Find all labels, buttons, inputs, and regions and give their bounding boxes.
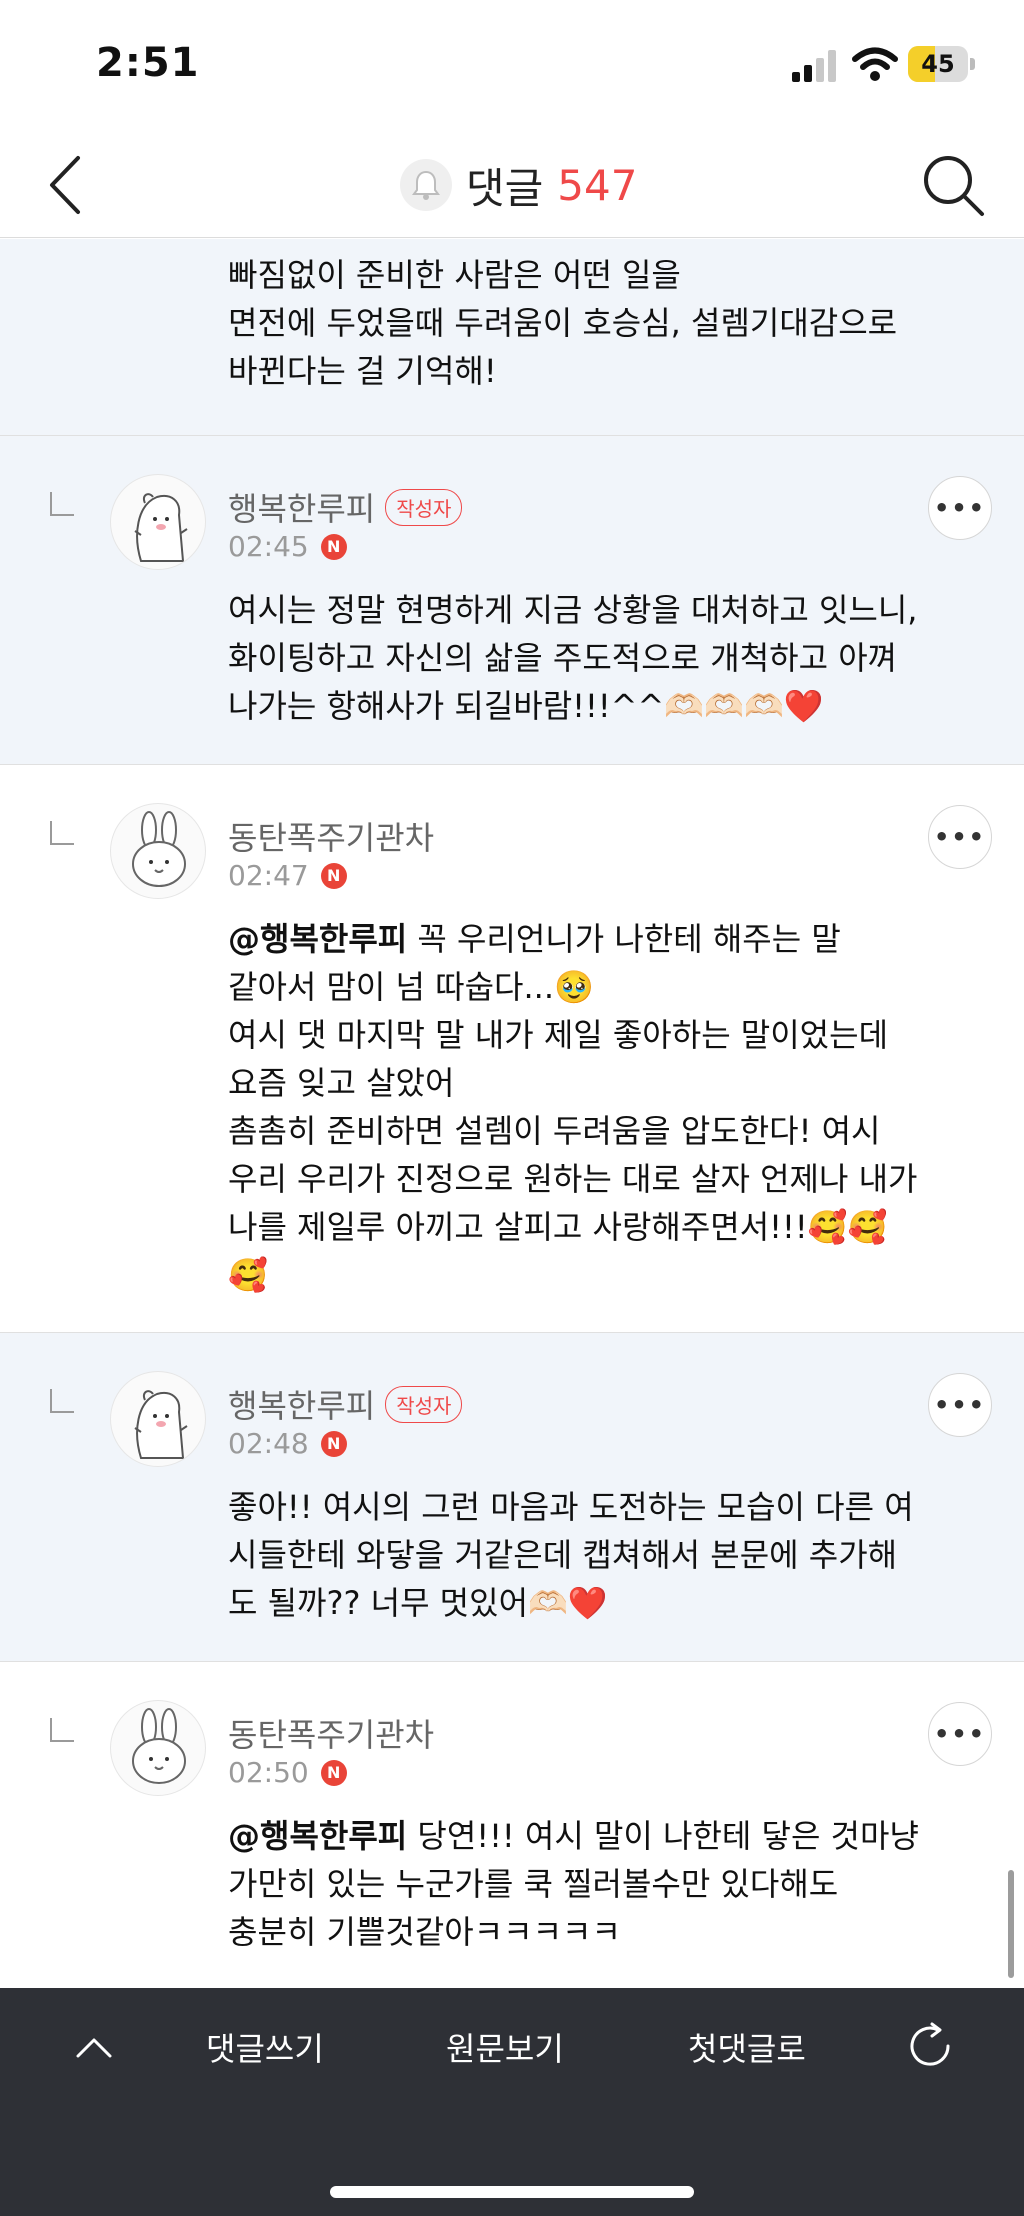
new-badge-icon: N xyxy=(320,1759,347,1786)
battery-indicator: 45 xyxy=(908,46,976,82)
comment-meta: 02:50 N xyxy=(228,1756,347,1789)
title-label: 댓글 xyxy=(466,163,544,213)
comment-body: 빠짐없이 준비한 사람은 어떤 일을 면전에 두었을때 두려움이 호승심, 설렘… xyxy=(228,256,898,390)
nav-bar: 댓글 547 xyxy=(0,130,1024,238)
wifi-icon xyxy=(852,47,898,81)
first-comment-button[interactable]: 첫댓글로 xyxy=(688,2024,806,2070)
comment-meta: 02:45 N xyxy=(228,530,347,563)
nickname-text: 동탄폭주기관차 xyxy=(228,1716,435,1754)
status-bar: 2:51 45 xyxy=(0,0,1024,130)
comment-body: 여시는 정말 현명하게 지금 상황을 대처하고 잇느니, 화이팅하고 자신의 삶… xyxy=(228,591,918,725)
new-badge-icon: N xyxy=(320,862,347,889)
search-icon[interactable] xyxy=(918,150,988,220)
more-options-button[interactable]: ••• xyxy=(928,476,992,540)
comment-time: 02:50 xyxy=(228,1756,309,1789)
mention-link[interactable]: @행복한루피 xyxy=(228,1817,407,1855)
new-badge-icon: N xyxy=(320,533,347,560)
chevron-left-icon[interactable] xyxy=(36,150,96,220)
comment-item: 빠짐없이 준비한 사람은 어떤 일을 면전에 두었을때 두려움이 호승심, 설렘… xyxy=(0,239,1024,436)
comment-item: 행복한루피 작성자 02:45 N ••• 여시는 정말 현명하게 지금 상황을 대… xyxy=(0,436,1024,765)
bell-icon[interactable] xyxy=(400,159,452,211)
reply-indent-icon xyxy=(50,821,74,845)
comment-body: @행복한루피 꼭 우리언니가 나한테 해주는 말 같아서 맘이 넘 따숩다...… xyxy=(228,915,998,1299)
comment-nickname[interactable]: 행복한루피 작성자 xyxy=(228,484,463,530)
cellular-signal-icon xyxy=(792,50,836,82)
comment-time: 02:47 xyxy=(228,859,309,892)
reply-indent-icon xyxy=(50,1389,74,1413)
comment-time: 02:45 xyxy=(228,530,309,563)
more-options-button[interactable]: ••• xyxy=(928,1373,992,1437)
view-original-button[interactable]: 원문보기 xyxy=(446,2024,564,2070)
reply-indent-icon xyxy=(50,1718,74,1742)
comment-item: 동탄폭주기관차 02:47 N ••• @행복한루피 꼭 우리언니가 나한테 해주… xyxy=(0,765,1024,1333)
home-indicator[interactable] xyxy=(330,2186,694,2198)
more-options-button[interactable]: ••• xyxy=(928,1702,992,1766)
comment-body: 좋아!! 여시의 그런 마음과 도전하는 모습이 다른 여 시들한테 와닿을 거… xyxy=(228,1488,914,1622)
author-badge: 작성자 xyxy=(385,488,463,526)
avatar[interactable] xyxy=(110,1371,206,1467)
avatar[interactable] xyxy=(110,1700,206,1796)
avatar[interactable] xyxy=(110,474,206,570)
write-comment-button[interactable]: 댓글쓰기 xyxy=(206,2024,324,2070)
reply-indent-icon xyxy=(50,492,74,516)
nickname-text: 동탄폭주기관차 xyxy=(228,819,435,857)
bottom-toolbar: 댓글쓰기 원문보기 첫댓글로 xyxy=(0,1988,1024,2216)
page-title: 댓글 547 xyxy=(400,154,637,216)
nickname-text: 행복한루피 xyxy=(228,490,376,528)
more-options-button[interactable]: ••• xyxy=(928,805,992,869)
comment-meta: 02:48 N xyxy=(228,1427,347,1460)
status-time: 2:51 xyxy=(96,40,200,86)
comment-time: 02:48 xyxy=(228,1427,309,1460)
battery-level-text: 45 xyxy=(921,50,955,78)
nickname-text: 행복한루피 xyxy=(228,1387,376,1425)
comment-nickname[interactable]: 동탄폭주기관차 xyxy=(228,813,434,859)
comment-item: 행복한루피 작성자 02:48 N ••• 좋아!! 여시의 그런 마음과 도전하는… xyxy=(0,1333,1024,1662)
refresh-icon[interactable] xyxy=(900,2016,960,2076)
avatar[interactable] xyxy=(110,803,206,899)
comment-item: 동탄폭주기관차 02:50 N ••• @행복한루피 당연!!! 여시 말이 나한… xyxy=(0,1662,1024,1988)
author-badge: 작성자 xyxy=(385,1385,463,1423)
comment-body: @행복한루피 당연!!! 여시 말이 나한테 닿은 것마냥 가만히 있는 누군가… xyxy=(228,1812,998,1956)
mention-link[interactable]: @행복한루피 xyxy=(228,920,407,958)
comment-nickname[interactable]: 동탄폭주기관차 xyxy=(228,1710,434,1756)
new-badge-icon: N xyxy=(320,1430,347,1457)
comment-meta: 02:47 N xyxy=(228,859,347,892)
comment-text: 꼭 우리언니가 나한테 해주는 말 같아서 맘이 넘 따숩다...🥹 여시 댓 … xyxy=(228,920,918,1294)
chevron-up-icon[interactable] xyxy=(74,2028,114,2068)
scrollbar[interactable] xyxy=(1008,1870,1014,1978)
comment-count: 547 xyxy=(557,160,638,210)
comment-nickname[interactable]: 행복한루피 작성자 xyxy=(228,1381,463,1427)
